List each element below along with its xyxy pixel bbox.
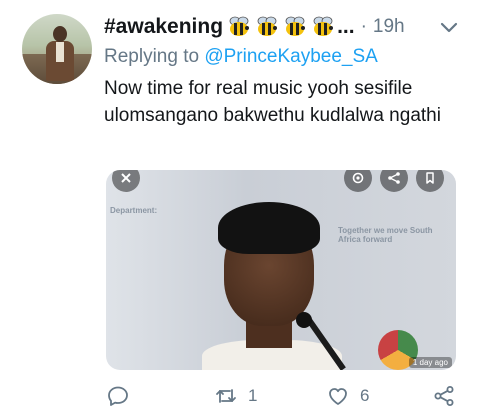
reply-mention-link[interactable]: @PrinceKaybee_SA [204, 46, 378, 67]
share-button[interactable] [432, 384, 456, 408]
like-count: 6 [360, 386, 370, 405]
reply-icon [108, 386, 128, 406]
bee-icon [229, 16, 250, 36]
bee-icon [285, 16, 306, 36]
like-button[interactable]: 6 [326, 384, 369, 408]
replying-to-label: Replying to [104, 46, 200, 67]
media-timestamp-badge: 1 day ago [408, 357, 452, 368]
media-microphone-head [296, 312, 312, 328]
media-close-button[interactable] [112, 170, 140, 192]
lens-icon [352, 172, 364, 184]
retweet-icon [216, 389, 236, 403]
heart-icon [329, 388, 347, 405]
close-icon [121, 173, 131, 183]
bookmark-icon [426, 172, 434, 184]
tweet-text: Now time for real music yooh sesifile ul… [104, 78, 441, 126]
tweet-action-bar: 1 6 [106, 384, 456, 412]
media-background-slogan: Together we move South Africa forward [338, 226, 433, 244]
chevron-down-icon[interactable] [438, 16, 460, 38]
author-avatar[interactable] [22, 14, 92, 84]
replying-to-line: Replying to @PrinceKaybee_SA [104, 46, 378, 68]
author-display-name[interactable]: #awakening [104, 15, 223, 39]
name-truncation-ellipsis: ... [337, 15, 355, 38]
share-icon [434, 386, 454, 406]
retweet-count: 1 [248, 386, 258, 405]
media-share-button[interactable] [380, 170, 408, 192]
media-person-hair [218, 202, 320, 254]
media-lens-button[interactable] [344, 170, 372, 192]
share-icon [388, 172, 400, 184]
bee-icon [257, 16, 278, 36]
media-background-text: Department: [110, 206, 158, 215]
retweet-button[interactable]: 1 [214, 384, 257, 408]
bee-emoji-group [227, 16, 335, 38]
tweet-media-image[interactable]: Department: Together we move South Afric… [106, 170, 456, 370]
media-bookmark-button[interactable] [416, 170, 444, 192]
bee-icon [313, 16, 334, 36]
reply-button[interactable] [106, 384, 140, 408]
tweet-timestamp[interactable]: 19h [373, 16, 405, 38]
avatar-figure-shirt [56, 42, 64, 62]
avatar-figure-head [53, 26, 67, 42]
header-separator: · [360, 16, 367, 37]
tweet-header: #awakening ... · 19h [104, 14, 405, 40]
